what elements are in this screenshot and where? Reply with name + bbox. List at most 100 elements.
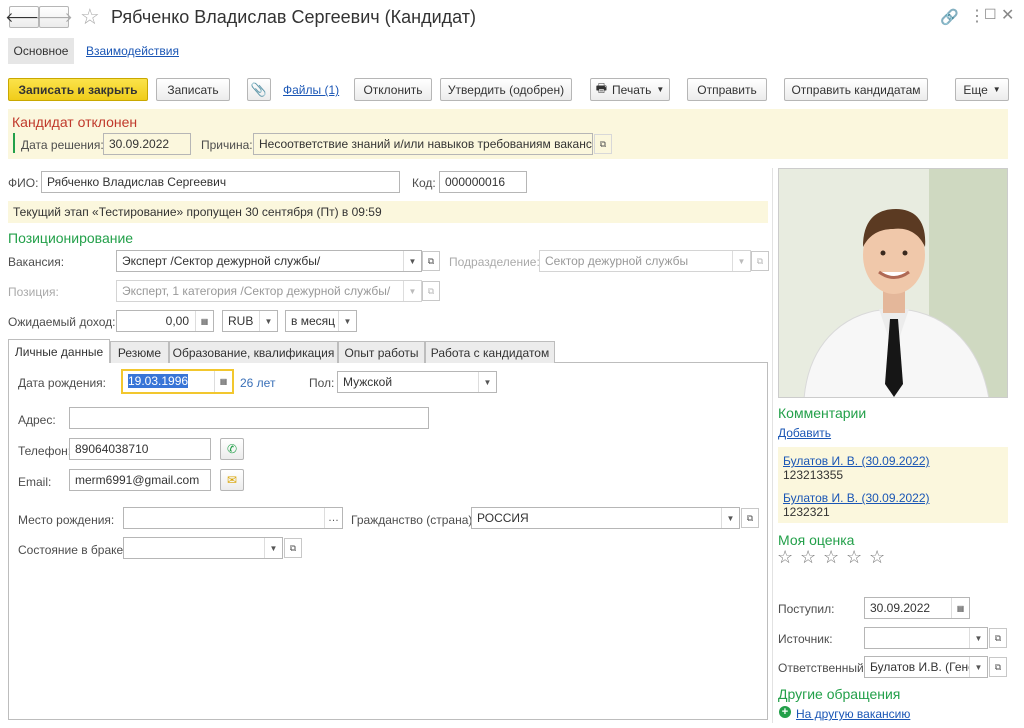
division-field: Сектор дежурной службы ▼: [539, 250, 751, 272]
more-menu-icon[interactable]: ⋮: [969, 6, 985, 26]
stage-notice: Текущий этап «Тестирование» пропущен 30 …: [8, 201, 768, 223]
income-field[interactable]: 0,00 ▦: [116, 310, 214, 332]
chevron-down-icon[interactable]: ▼: [721, 508, 739, 528]
open-reason-button[interactable]: ⧉: [594, 134, 612, 154]
chevron-down-icon[interactable]: ▼: [969, 628, 987, 648]
tab-education[interactable]: Образование, квалификация: [169, 341, 338, 363]
envelope-icon: ✉: [226, 473, 238, 487]
tab-work-with-candidate[interactable]: Работа с кандидатом: [425, 341, 555, 363]
link-icon[interactable]: 🔗: [940, 8, 959, 26]
received-label: Поступил:: [778, 602, 835, 616]
print-button[interactable]: 🖶 Печать ▼: [590, 78, 670, 101]
tab-resume-label: Резюме: [117, 345, 162, 360]
save-close-label: Записать и закрыть: [18, 82, 138, 97]
calendar-icon[interactable]: ▦: [951, 598, 969, 618]
chevron-down-icon[interactable]: ▼: [969, 657, 987, 677]
chevron-down-icon[interactable]: ▼: [259, 311, 277, 331]
reason-label: Причина:: [201, 138, 253, 152]
save-close-button[interactable]: Записать и закрыть: [8, 78, 148, 101]
birthdate-field[interactable]: 19.03.1996 ▦: [121, 369, 234, 394]
citizenship-field[interactable]: РОССИЯ ▼: [471, 507, 740, 529]
rating-star-5-icon[interactable]: ☆: [869, 547, 885, 568]
phone-call-icon: ✆: [226, 442, 238, 456]
position-value: Эксперт, 1 категория /Сектор дежурной сл…: [122, 284, 391, 298]
send-email-button[interactable]: ✉: [220, 469, 244, 491]
comments-heading: Комментарии: [778, 405, 867, 421]
reject-label: Отклонить: [363, 82, 423, 97]
source-field[interactable]: ▼: [864, 627, 988, 649]
fio-field[interactable]: Рябченко Владислав Сергеевич: [41, 171, 400, 193]
open-icon: ⧉: [994, 632, 1002, 643]
plus-circle-icon[interactable]: +: [779, 706, 791, 718]
phone-field[interactable]: 89064038710: [69, 438, 211, 460]
birthplace-field[interactable]: …: [123, 507, 343, 529]
open-source-button[interactable]: ⧉: [989, 628, 1007, 648]
email-field[interactable]: merm6991@gmail.com: [69, 469, 211, 491]
approve-label: Утвердить (одобрен): [447, 82, 565, 97]
open-citizenship-button[interactable]: ⧉: [741, 508, 759, 528]
save-button[interactable]: Записать: [156, 78, 230, 101]
chevron-down-icon[interactable]: ▼: [338, 311, 356, 331]
calendar-icon[interactable]: ▦: [214, 371, 232, 392]
vacancy-label: Вакансия:: [8, 255, 65, 269]
send-button[interactable]: Отправить: [687, 78, 767, 101]
rating-star-3-icon[interactable]: ☆: [823, 547, 839, 568]
attach-button[interactable]: 📎: [247, 78, 271, 101]
files-link[interactable]: Файлы (1): [283, 83, 339, 97]
nav-tab-interactions[interactable]: Взаимодействия: [86, 44, 179, 58]
maximize-icon[interactable]: ☐: [984, 6, 997, 23]
tab-personal[interactable]: Личные данные: [8, 339, 110, 363]
favorite-star-icon[interactable]: ☆: [80, 4, 100, 30]
calculator-icon[interactable]: ▦: [195, 311, 213, 331]
chevron-down-icon[interactable]: ▼: [264, 538, 282, 558]
comment-text-1: 123213355: [783, 468, 844, 482]
period-field[interactable]: в месяц ▼: [285, 310, 357, 332]
other-vacancy-link[interactable]: На другую вакансию: [796, 707, 910, 721]
period-value: в месяц: [291, 314, 336, 328]
close-icon[interactable]: ✕: [1001, 5, 1014, 25]
tab-work-label: Работа с кандидатом: [430, 345, 550, 360]
ellipsis-icon[interactable]: …: [324, 508, 342, 528]
send-candidates-button[interactable]: Отправить кандидатам: [784, 78, 928, 101]
comment-author-1[interactable]: Булатов И. В. (30.09.2022): [783, 454, 930, 468]
reason-field[interactable]: Несоответствие знаний и/или навыков треб…: [253, 133, 593, 155]
tab-resume[interactable]: Резюме: [110, 341, 169, 363]
chevron-down-icon[interactable]: ▼: [403, 251, 421, 271]
received-field[interactable]: 30.09.2022 ▦: [864, 597, 970, 619]
approve-button[interactable]: Утвердить (одобрен): [440, 78, 572, 101]
candidate-photo[interactable]: [778, 168, 1008, 398]
send-candidates-label: Отправить кандидатам: [791, 82, 921, 97]
gender-field[interactable]: Мужской ▼: [337, 371, 497, 393]
more-button[interactable]: Еще ▼: [955, 78, 1009, 101]
gender-value: Мужской: [343, 375, 393, 389]
income-value: 0,00: [165, 314, 189, 328]
currency-field[interactable]: RUB ▼: [222, 310, 278, 332]
chevron-down-icon[interactable]: ▼: [478, 372, 496, 392]
responsible-value: Булатов И.В. (Гене: [870, 660, 975, 674]
fio-label: ФИО:: [8, 176, 39, 190]
responsible-field[interactable]: Булатов И.В. (Гене ▼: [864, 656, 988, 678]
currency-value: RUB: [228, 314, 254, 328]
call-button[interactable]: ✆: [220, 438, 244, 460]
open-responsible-button[interactable]: ⧉: [989, 657, 1007, 677]
add-comment-link[interactable]: Добавить: [778, 426, 831, 440]
reject-button[interactable]: Отклонить: [354, 78, 432, 101]
code-field[interactable]: 000000016: [439, 171, 527, 193]
email-label: Email:: [18, 475, 52, 489]
open-vacancy-button[interactable]: ⧉: [422, 251, 440, 271]
rating-star-1-icon[interactable]: ☆: [777, 547, 793, 568]
rating-star-2-icon[interactable]: ☆: [800, 547, 816, 568]
rating-star-4-icon[interactable]: ☆: [846, 547, 862, 568]
decision-date-field[interactable]: 30.09.2022: [103, 133, 191, 155]
comment-author-2[interactable]: Булатов И. В. (30.09.2022): [783, 491, 930, 505]
nav-tab-main[interactable]: Основное: [8, 38, 74, 64]
address-field[interactable]: [69, 407, 429, 429]
open-icon: ⧉: [994, 661, 1002, 672]
other-requests-heading: Другие обращения: [778, 686, 901, 702]
open-marital-button[interactable]: ⧉: [284, 538, 302, 558]
forward-button[interactable]: 🡒: [35, 6, 73, 28]
marital-field[interactable]: ▼: [123, 537, 283, 559]
vacancy-field[interactable]: Эксперт /Сектор дежурной службы/ ▼: [116, 250, 422, 272]
tab-experience[interactable]: Опыт работы: [338, 341, 425, 363]
division-label: Подразделение:: [449, 255, 540, 269]
